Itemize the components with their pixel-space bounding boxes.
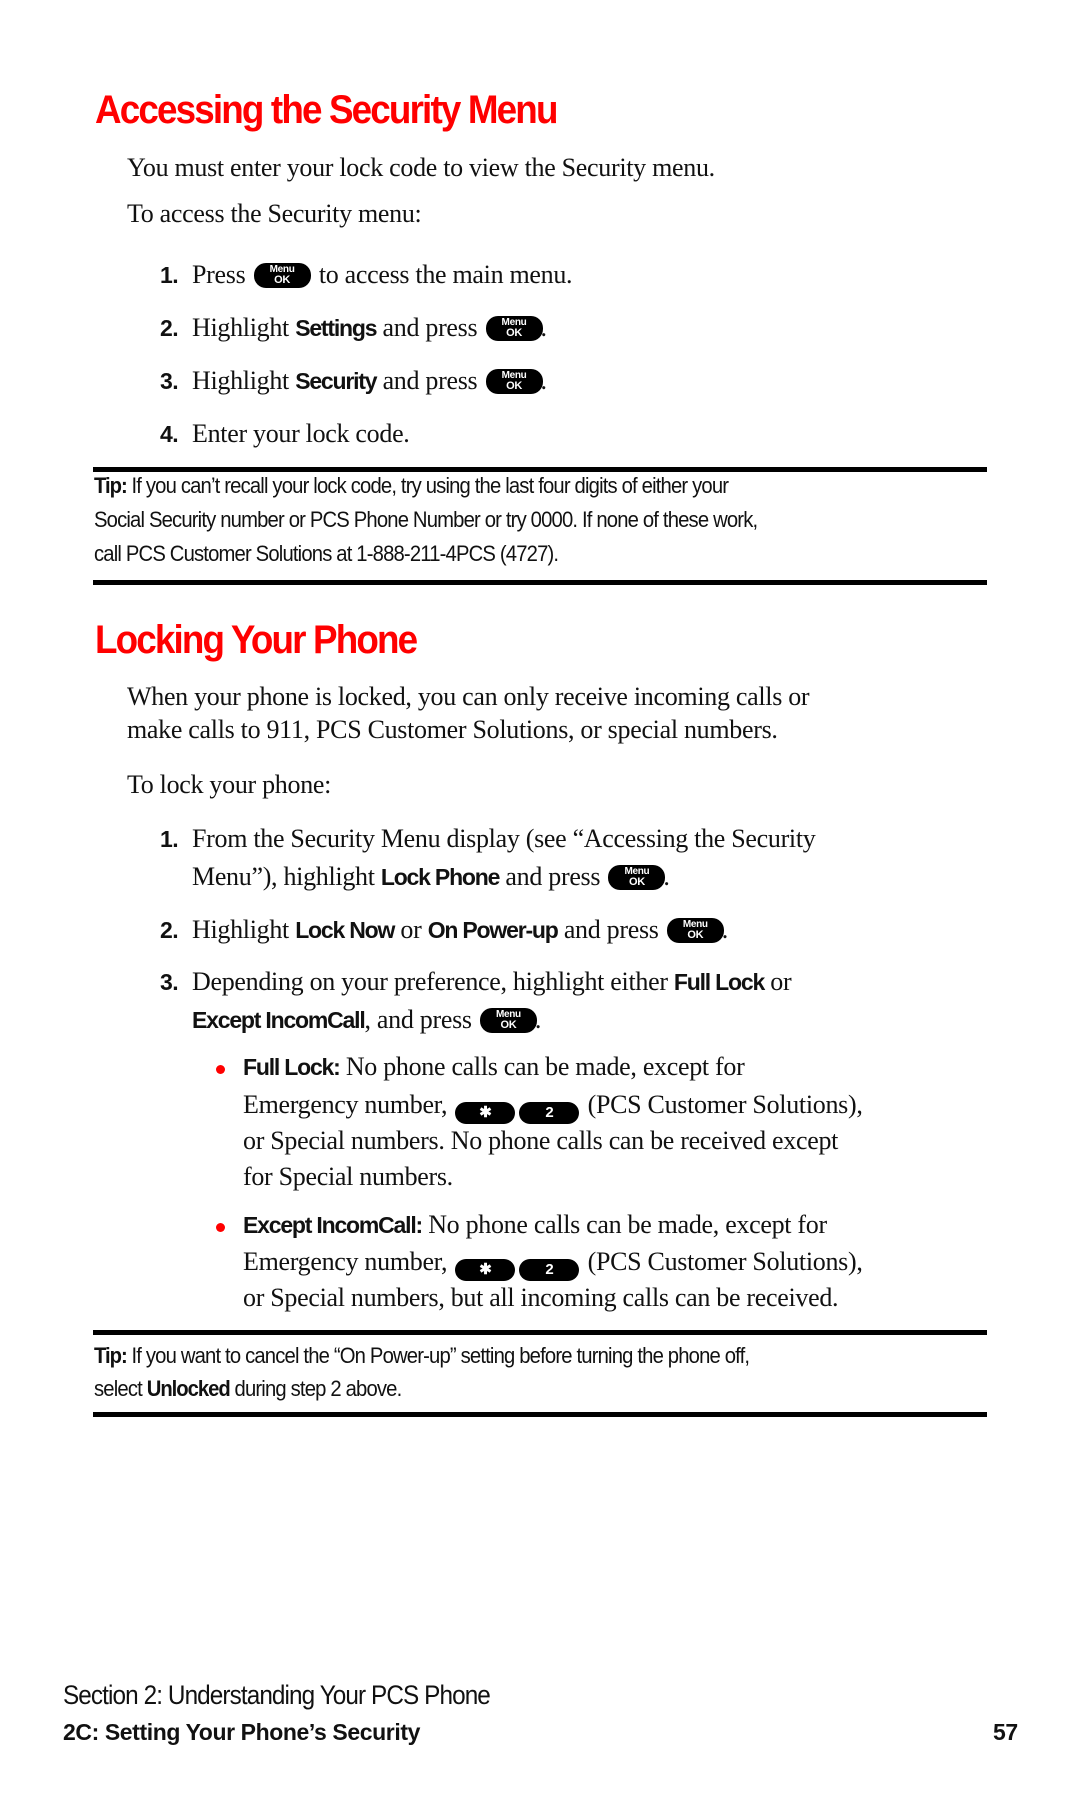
step-text: and press	[563, 915, 659, 944]
step-text: and press	[382, 313, 478, 342]
footer-chapter-title: 2C: Setting Your Phone’s Security	[63, 1719, 421, 1745]
tip-rule-top	[93, 467, 987, 472]
bullet-text: No phone calls can be made, except for	[428, 1210, 827, 1239]
menu-term-settings: Settings	[295, 315, 377, 341]
step-text: and press	[382, 366, 478, 395]
tip-text: If you can’t recall your lock code, try …	[131, 473, 729, 498]
bullet-text: or Special numbers. No phone calls can b…	[243, 1126, 839, 1155]
bullet-label: Except IncomCall:	[243, 1212, 423, 1238]
step-number: 2.	[160, 315, 179, 341]
step-text: Menu”), highlight	[192, 862, 375, 891]
step-text: , and press	[364, 1005, 472, 1034]
tip-text: Social Security number or PCS Phone Numb…	[94, 507, 758, 532]
step-text: and press	[505, 862, 601, 891]
two-key-icon: 2	[519, 1102, 580, 1124]
bullet-text: or Special numbers, but all incoming cal…	[243, 1283, 839, 1312]
step-number: 3.	[160, 969, 179, 995]
section1-lead: To access the Security menu:	[127, 199, 422, 228]
tip-text: during step 2 above.	[234, 1376, 403, 1401]
section2-intro-line: make calls to 911, PCS Customer Solution…	[127, 715, 778, 744]
tip-label: Tip:	[94, 1343, 128, 1368]
page-number: 57	[993, 1719, 1018, 1745]
menu-term-on-power-up: On Power-up	[427, 917, 559, 943]
menu-ok-key-icon: Menu OK	[608, 865, 666, 890]
menu-term-full-lock: Full Lock	[673, 969, 765, 995]
step-number: 1.	[160, 262, 179, 288]
section1-intro: You must enter your lock code to view th…	[127, 153, 715, 182]
bullet-label: Full Lock:	[243, 1054, 341, 1080]
step-number: 4.	[160, 421, 179, 447]
step-text: Depending on your preference, highlight …	[192, 967, 668, 996]
tip-text: call PCS Customer Solutions at 1-888-211…	[94, 541, 559, 566]
menu-term-lock-phone: Lock Phone	[380, 864, 501, 890]
star-key-icon: ✱	[455, 1259, 516, 1281]
bullet-dot-icon	[216, 1223, 225, 1232]
menu-term-lock-now: Lock Now	[295, 917, 395, 943]
bullet-text: Emergency number,	[243, 1090, 448, 1119]
step-text: Highlight	[192, 366, 289, 395]
bullet-text: No phone calls can be made, except for	[345, 1052, 745, 1081]
step-text: or	[770, 967, 792, 996]
tip-rule-top	[93, 1330, 987, 1335]
section-heading-accessing-security-menu: Accessing the Security Menu	[95, 88, 558, 132]
step-number: 2.	[160, 917, 179, 943]
step-text: Enter your lock code.	[192, 419, 410, 448]
tip-rule-bottom	[93, 580, 987, 585]
two-key-icon: 2	[519, 1259, 580, 1281]
menu-ok-key-icon: Menu OK	[485, 316, 543, 341]
step-number: 1.	[160, 826, 179, 852]
bullet-text: Emergency number,	[243, 1247, 448, 1276]
step-text: or	[400, 915, 422, 944]
section2-lead: To lock your phone:	[127, 770, 332, 799]
tip-rule-bottom	[93, 1412, 987, 1417]
step-text: Highlight	[192, 313, 289, 342]
menu-ok-key-icon: Menu OK	[253, 263, 311, 288]
bullet-dot-icon	[216, 1065, 225, 1074]
tip-term-unlocked: Unlocked	[146, 1376, 231, 1401]
bullet-text: (PCS Customer Solutions),	[587, 1247, 863, 1276]
menu-ok-key-icon: Menu OK	[479, 1008, 537, 1033]
menu-term-except-incomcall: Except IncomCall	[192, 1007, 366, 1033]
section2-intro-line: When your phone is locked, you can only …	[127, 682, 810, 711]
star-key-icon: ✱	[455, 1102, 516, 1124]
menu-ok-key-icon: Menu OK	[485, 369, 543, 394]
section-heading-locking-your-phone: Locking Your Phone	[95, 618, 418, 662]
menu-term-security: Security	[295, 368, 377, 394]
step-text: to access the main menu.	[318, 260, 573, 289]
tip-label: Tip:	[94, 473, 128, 498]
footer-section-title: Section 2: Understanding Your PCS Phone	[63, 1680, 491, 1710]
step-text: Highlight	[192, 915, 289, 944]
menu-ok-key-icon: Menu OK	[666, 918, 724, 943]
step-text: From the Security Menu display (see “Acc…	[192, 824, 816, 853]
bullet-text: (PCS Customer Solutions),	[587, 1090, 863, 1119]
tip-text: If you want to cancel the “On Power-up” …	[131, 1343, 750, 1368]
step-text: Press	[192, 260, 246, 289]
bullet-text: for Special numbers.	[243, 1162, 453, 1191]
step-number: 3.	[160, 368, 179, 394]
tip-text: select	[94, 1376, 143, 1401]
